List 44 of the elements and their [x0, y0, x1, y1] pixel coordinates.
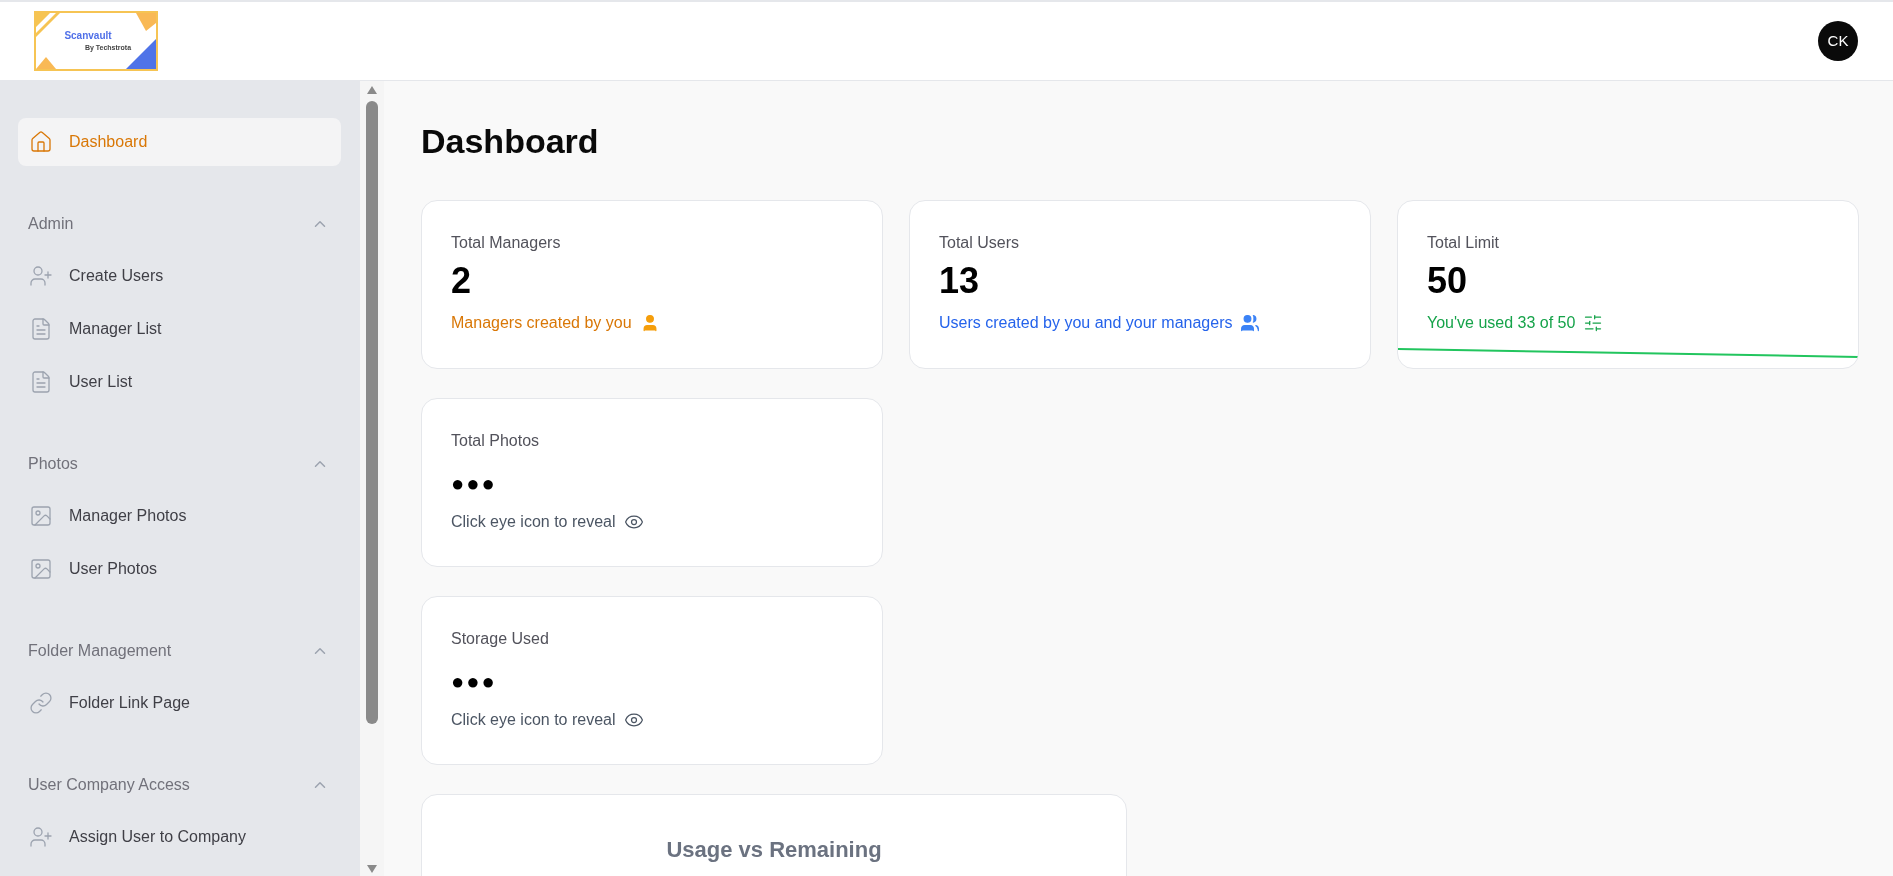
scroll-up-icon[interactable]	[366, 85, 378, 95]
section-header[interactable]: Photos	[18, 444, 341, 484]
stat-note: Click eye icon to reveal	[451, 710, 616, 730]
section-header[interactable]: User Company Access	[18, 765, 341, 805]
stat-note: Managers created by you	[451, 313, 632, 333]
stat-label: Storage Used	[451, 629, 550, 649]
stat-value: ●●●	[451, 470, 498, 498]
nav-icon	[29, 691, 53, 715]
stat-value: 13	[939, 259, 981, 303]
nav-icon	[29, 130, 53, 154]
nav-icon	[29, 370, 53, 394]
scrollbar-thumb[interactable]	[366, 101, 378, 724]
sliders-icon	[1583, 313, 1604, 333]
nav-icon	[29, 557, 53, 581]
stat-label: Total Limit	[1427, 233, 1501, 253]
section-header[interactable]: Admin	[18, 204, 341, 244]
stat-value: 50	[1427, 259, 1469, 303]
scroll-down-icon[interactable]	[366, 864, 378, 874]
page-title: Dashboard	[421, 121, 600, 162]
users-icon	[1240, 313, 1261, 333]
chart-title: Usage vs Remaining	[666, 836, 882, 864]
sidebar-item[interactable]: Assign User to Company	[18, 813, 341, 861]
nav-icon	[29, 264, 53, 288]
stat-note: Click eye icon to reveal	[451, 512, 616, 532]
stat-label: Total Managers	[451, 233, 562, 253]
stat-note: Users created by you and your managers	[939, 313, 1233, 333]
stat-note: You've used 33 of 50	[1427, 313, 1576, 333]
nav-icon	[29, 317, 53, 341]
stat-label: Total Users	[939, 233, 1021, 253]
logo-title: Scanvault	[64, 31, 112, 41]
sidebar-item[interactable]: Manager List	[18, 305, 341, 353]
sidebar-item[interactable]: User List	[18, 358, 341, 406]
sidebar-item[interactable]: Folder Link Page	[18, 679, 341, 727]
scrollbar[interactable]	[360, 81, 384, 876]
sidebar-item[interactable]: Create Users	[18, 252, 341, 300]
nav-icon	[29, 825, 53, 849]
sidebar-item[interactable]: User Photos	[18, 545, 341, 593]
sidebar-item[interactable]: Manager Photos	[18, 492, 341, 540]
stat-label: Total Photos	[451, 431, 541, 451]
section-header[interactable]: Folder Management	[18, 631, 341, 671]
avatar[interactable]: CK	[1818, 21, 1858, 61]
stat-value: ●●●	[451, 668, 498, 696]
nav-icon	[29, 504, 53, 528]
stat-value: 2	[451, 259, 473, 303]
